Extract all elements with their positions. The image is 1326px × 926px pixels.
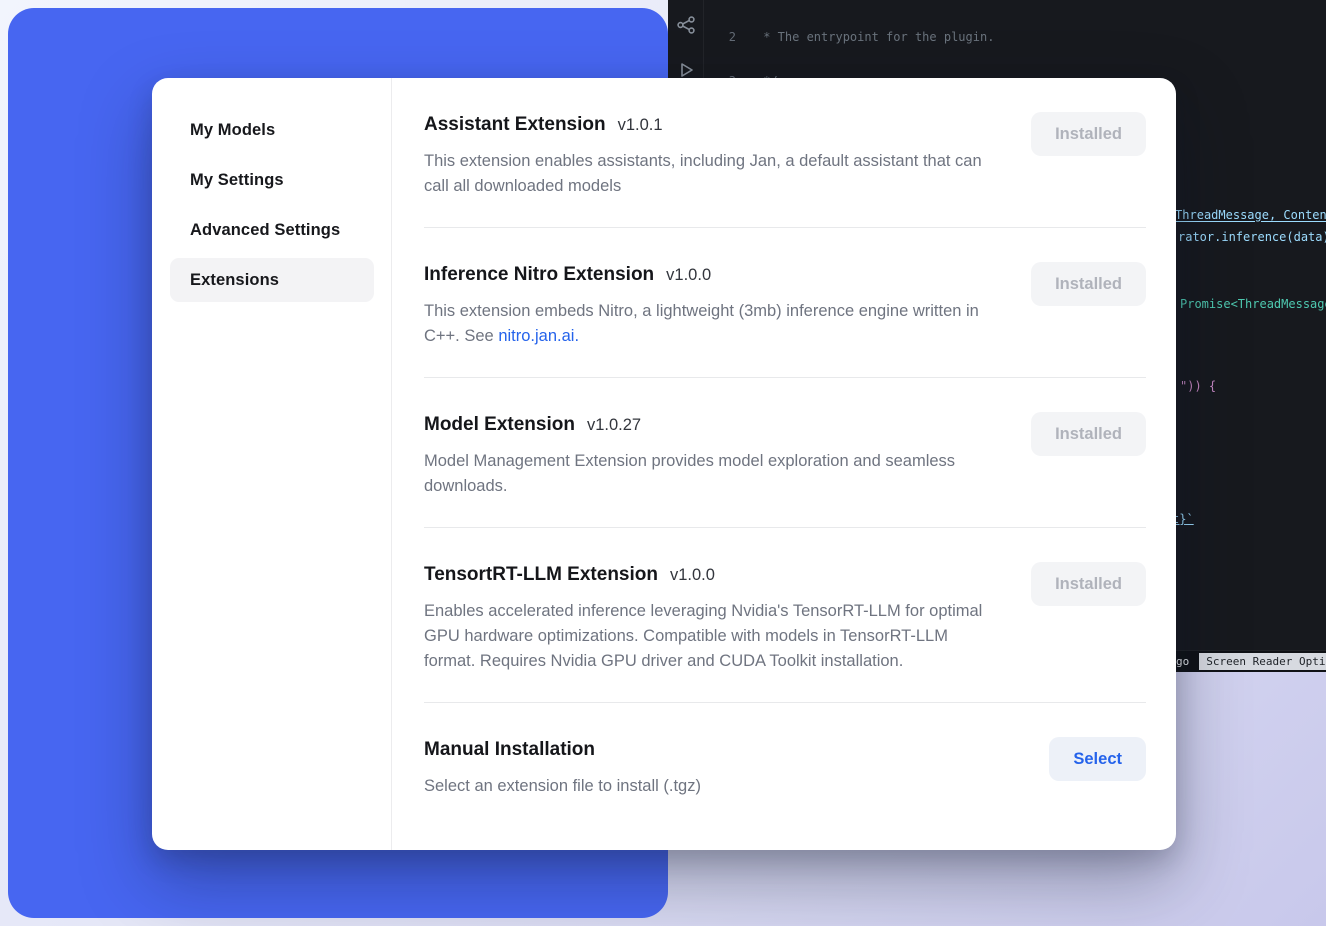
installed-button[interactable]: Installed: [1031, 262, 1146, 306]
extension-title: TensortRT-LLM Extension: [424, 562, 658, 588]
extension-version: v1.0.27: [587, 416, 641, 435]
extension-title: Assistant Extension: [424, 112, 606, 138]
extension-version: v1.0.0: [670, 566, 715, 585]
extension-head: Assistant Extension v1.0.1: [424, 112, 1002, 138]
installed-button[interactable]: Installed: [1031, 562, 1146, 606]
installed-button[interactable]: Installed: [1031, 112, 1146, 156]
extension-title: Manual Installation: [424, 737, 595, 763]
code-line: 2 * The entrypoint for the plugin.: [714, 29, 1326, 45]
sidebar-item-extensions[interactable]: Extensions: [170, 258, 374, 302]
code-fragment: ")) {: [1180, 379, 1216, 393]
extension-row-nitro: Inference Nitro Extension v1.0.0 This ex…: [424, 228, 1146, 378]
extension-description: Enables accelerated inference leveraging…: [424, 599, 1002, 674]
extension-version: v1.0.1: [618, 116, 663, 135]
extension-head: Inference Nitro Extension v1.0.0: [424, 262, 1002, 288]
extension-row-model: Model Extension v1.0.27 Model Management…: [424, 378, 1146, 528]
sidebar-item-my-models[interactable]: My Models: [170, 108, 374, 152]
extension-description: Select an extension file to install (.tg…: [424, 774, 701, 799]
extension-description: This extension enables assistants, inclu…: [424, 149, 1002, 199]
code-text: * The entrypoint for the plugin.: [756, 29, 994, 45]
extension-description: Model Management Extension provides mode…: [424, 449, 1002, 499]
extension-version: v1.0.0: [666, 266, 711, 285]
extension-title: Model Extension: [424, 412, 575, 438]
extension-text: Assistant Extension v1.0.1 This extensio…: [424, 112, 1002, 199]
extension-text: Inference Nitro Extension v1.0.0 This ex…: [424, 262, 1002, 349]
settings-sidebar: My Models My Settings Advanced Settings …: [152, 78, 392, 850]
extension-row-assistant: Assistant Extension v1.0.1 This extensio…: [424, 78, 1146, 228]
extension-text: TensortRT-LLM Extension v1.0.0 Enables a…: [424, 562, 1002, 674]
run-debug-icon[interactable]: [676, 60, 696, 80]
extension-head: Manual Installation: [424, 737, 701, 763]
settings-modal: My Models My Settings Advanced Settings …: [152, 78, 1176, 850]
extension-head: Model Extension v1.0.27: [424, 412, 1002, 438]
extension-head: TensortRT-LLM Extension v1.0.0: [424, 562, 1002, 588]
extension-description: This extension embeds Nitro, a lightweig…: [424, 299, 1002, 349]
sidebar-item-my-settings[interactable]: My Settings: [170, 158, 374, 202]
extension-text: Model Extension v1.0.27 Model Management…: [424, 412, 1002, 499]
status-text: go: [1176, 655, 1189, 668]
extensions-list: Assistant Extension v1.0.1 This extensio…: [392, 78, 1176, 850]
share-icon[interactable]: [676, 15, 696, 35]
code-fragment: Promise<ThreadMessage>: [1180, 297, 1326, 311]
line-number: 2: [714, 29, 736, 45]
extension-row-tensorrt: TensortRT-LLM Extension v1.0.0 Enables a…: [424, 528, 1146, 703]
installed-button[interactable]: Installed: [1031, 412, 1146, 456]
page-background: 2 * The entrypoint for the plugin. 3 */ …: [0, 0, 1326, 926]
manual-installation-row: Manual Installation Select an extension …: [424, 703, 1146, 827]
extension-title: Inference Nitro Extension: [424, 262, 654, 288]
code-fragment: rator.inference(data));: [1178, 230, 1326, 244]
extension-text: Manual Installation Select an extension …: [424, 737, 701, 799]
nitro-jan-ai-link[interactable]: nitro.jan.ai.: [498, 327, 579, 345]
screen-reader-badge: Screen Reader Optimized: [1199, 653, 1326, 670]
sidebar-item-advanced-settings[interactable]: Advanced Settings: [170, 208, 374, 252]
select-button[interactable]: Select: [1049, 737, 1146, 781]
